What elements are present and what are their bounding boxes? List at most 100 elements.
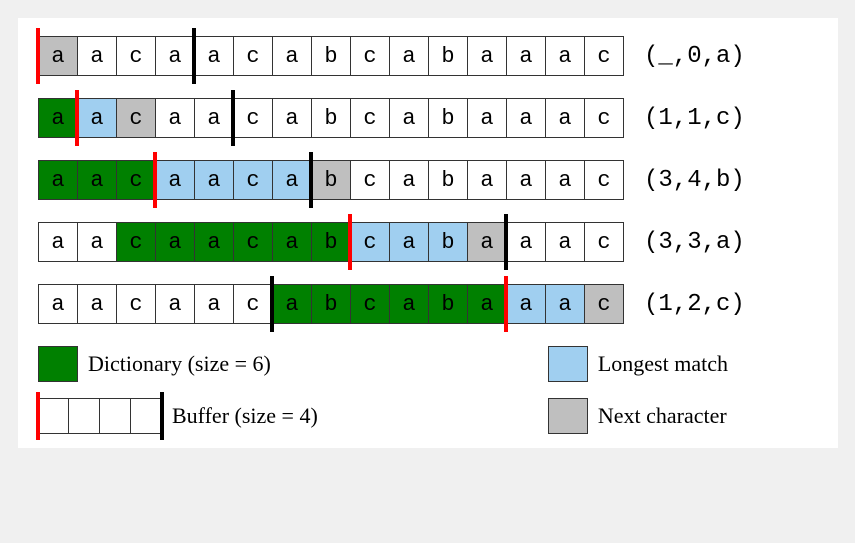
encoding-step-row: aacaacabcabaaac(3,4,b)	[38, 160, 818, 200]
dictionary-swatch	[38, 346, 78, 382]
buffer-start-marker	[36, 392, 40, 440]
char-cell: a	[272, 222, 312, 262]
buffer-end-marker	[160, 392, 164, 440]
buffer-start-marker	[504, 276, 508, 332]
char-cell: c	[584, 36, 624, 76]
rows-container: aacaacabcabaaac(_,0,a)aacaacabcabaaac(1,…	[38, 36, 818, 324]
char-cell: a	[155, 160, 195, 200]
char-cell: b	[428, 160, 468, 200]
char-cell: a	[38, 160, 78, 200]
legend-buffer-label: Buffer (size = 4)	[172, 403, 318, 429]
char-cell: c	[233, 284, 273, 324]
char-cell: a	[467, 160, 507, 200]
cell-strip: aacaacabcabaaac	[38, 222, 624, 262]
match-swatch	[548, 346, 588, 382]
legend-buffer: Buffer (size = 4)	[38, 398, 408, 434]
encoding-step-row: aacaacabcabaaac (_,0,a)	[38, 36, 818, 76]
char-cell: a	[194, 98, 234, 138]
buffer-start-marker	[36, 28, 40, 84]
char-cell: c	[116, 98, 156, 138]
char-cell: a	[389, 98, 429, 138]
output-tuple: (3,3,a)	[644, 229, 745, 256]
char-cell: b	[311, 284, 351, 324]
char-cell: b	[311, 36, 351, 76]
legend-match-label: Longest match	[598, 351, 728, 377]
char-cell: c	[116, 160, 156, 200]
buffer-end-marker	[309, 152, 313, 208]
output-tuple: (1,2,c)	[644, 291, 745, 318]
char-cell: c	[233, 36, 273, 76]
output-tuple: (1,1,c)	[644, 105, 745, 132]
char-cell: a	[389, 36, 429, 76]
buffer-cell	[130, 398, 162, 434]
char-cell: c	[584, 98, 624, 138]
legend-dictionary-label: Dictionary (size = 6)	[88, 351, 271, 377]
char-cell: b	[311, 98, 351, 138]
char-cell: c	[116, 36, 156, 76]
char-cell: a	[77, 222, 117, 262]
legend-longest-match: Longest match	[548, 346, 818, 382]
char-cell: a	[506, 98, 546, 138]
encoding-step-row: aacaacabcabaaac (1,2,c)	[38, 284, 818, 324]
cell-strip: aacaacabcabaaac	[38, 36, 624, 76]
output-tuple: (3,4,b)	[644, 167, 745, 194]
char-cell: a	[77, 36, 117, 76]
buffer-cell	[68, 398, 100, 434]
char-cell: c	[350, 284, 390, 324]
char-cell: a	[467, 222, 507, 262]
char-cell: c	[116, 222, 156, 262]
char-cell: a	[545, 222, 585, 262]
char-cell: c	[350, 98, 390, 138]
char-cell: c	[584, 222, 624, 262]
char-cell: a	[467, 284, 507, 324]
char-cell: a	[38, 222, 78, 262]
char-cell: a	[389, 284, 429, 324]
char-cell: b	[428, 98, 468, 138]
char-cell: a	[77, 98, 117, 138]
encoding-step-row: aacaacabcabaaac(1,1,c)	[38, 98, 818, 138]
cell-strip: aacaacabcabaaac	[38, 284, 624, 324]
char-cell: a	[155, 36, 195, 76]
char-cell: a	[272, 98, 312, 138]
buffer-end-marker	[504, 214, 508, 270]
char-cell: c	[350, 222, 390, 262]
char-cell: a	[272, 36, 312, 76]
buffer-end-marker	[192, 28, 196, 84]
char-cell: a	[389, 160, 429, 200]
char-cell: a	[194, 36, 234, 76]
char-cell: a	[155, 222, 195, 262]
char-cell: a	[155, 98, 195, 138]
buffer-start-marker	[75, 90, 79, 146]
char-cell: a	[272, 160, 312, 200]
char-cell: a	[506, 284, 546, 324]
char-cell: a	[506, 36, 546, 76]
char-cell: a	[194, 284, 234, 324]
char-cell: c	[233, 160, 273, 200]
char-cell: c	[233, 98, 273, 138]
char-cell: a	[467, 36, 507, 76]
buffer-start-marker	[153, 152, 157, 208]
char-cell: a	[272, 284, 312, 324]
char-cell: a	[38, 284, 78, 324]
char-cell: b	[428, 36, 468, 76]
char-cell: a	[545, 98, 585, 138]
char-cell: c	[584, 160, 624, 200]
char-cell: b	[428, 222, 468, 262]
output-tuple: (_,0,a)	[644, 43, 745, 70]
legend: Dictionary (size = 6) Longest match Buff…	[38, 346, 818, 434]
buffer-cells	[38, 398, 162, 434]
legend-next-char: Next character	[548, 398, 818, 434]
char-cell: a	[467, 98, 507, 138]
char-cell: c	[584, 284, 624, 324]
diagram-canvas: aacaacabcabaaac(_,0,a)aacaacabcabaaac(1,…	[18, 18, 838, 448]
encoding-step-row: aacaacabcabaaac (3,3,a)	[38, 222, 818, 262]
cell-strip: aacaacabcabaaac	[38, 98, 624, 138]
char-cell: a	[38, 98, 78, 138]
char-cell: a	[545, 160, 585, 200]
buffer-end-marker	[231, 90, 235, 146]
char-cell: a	[545, 36, 585, 76]
char-cell: c	[116, 284, 156, 324]
legend-next-label: Next character	[598, 403, 727, 429]
char-cell: a	[389, 222, 429, 262]
char-cell: a	[545, 284, 585, 324]
